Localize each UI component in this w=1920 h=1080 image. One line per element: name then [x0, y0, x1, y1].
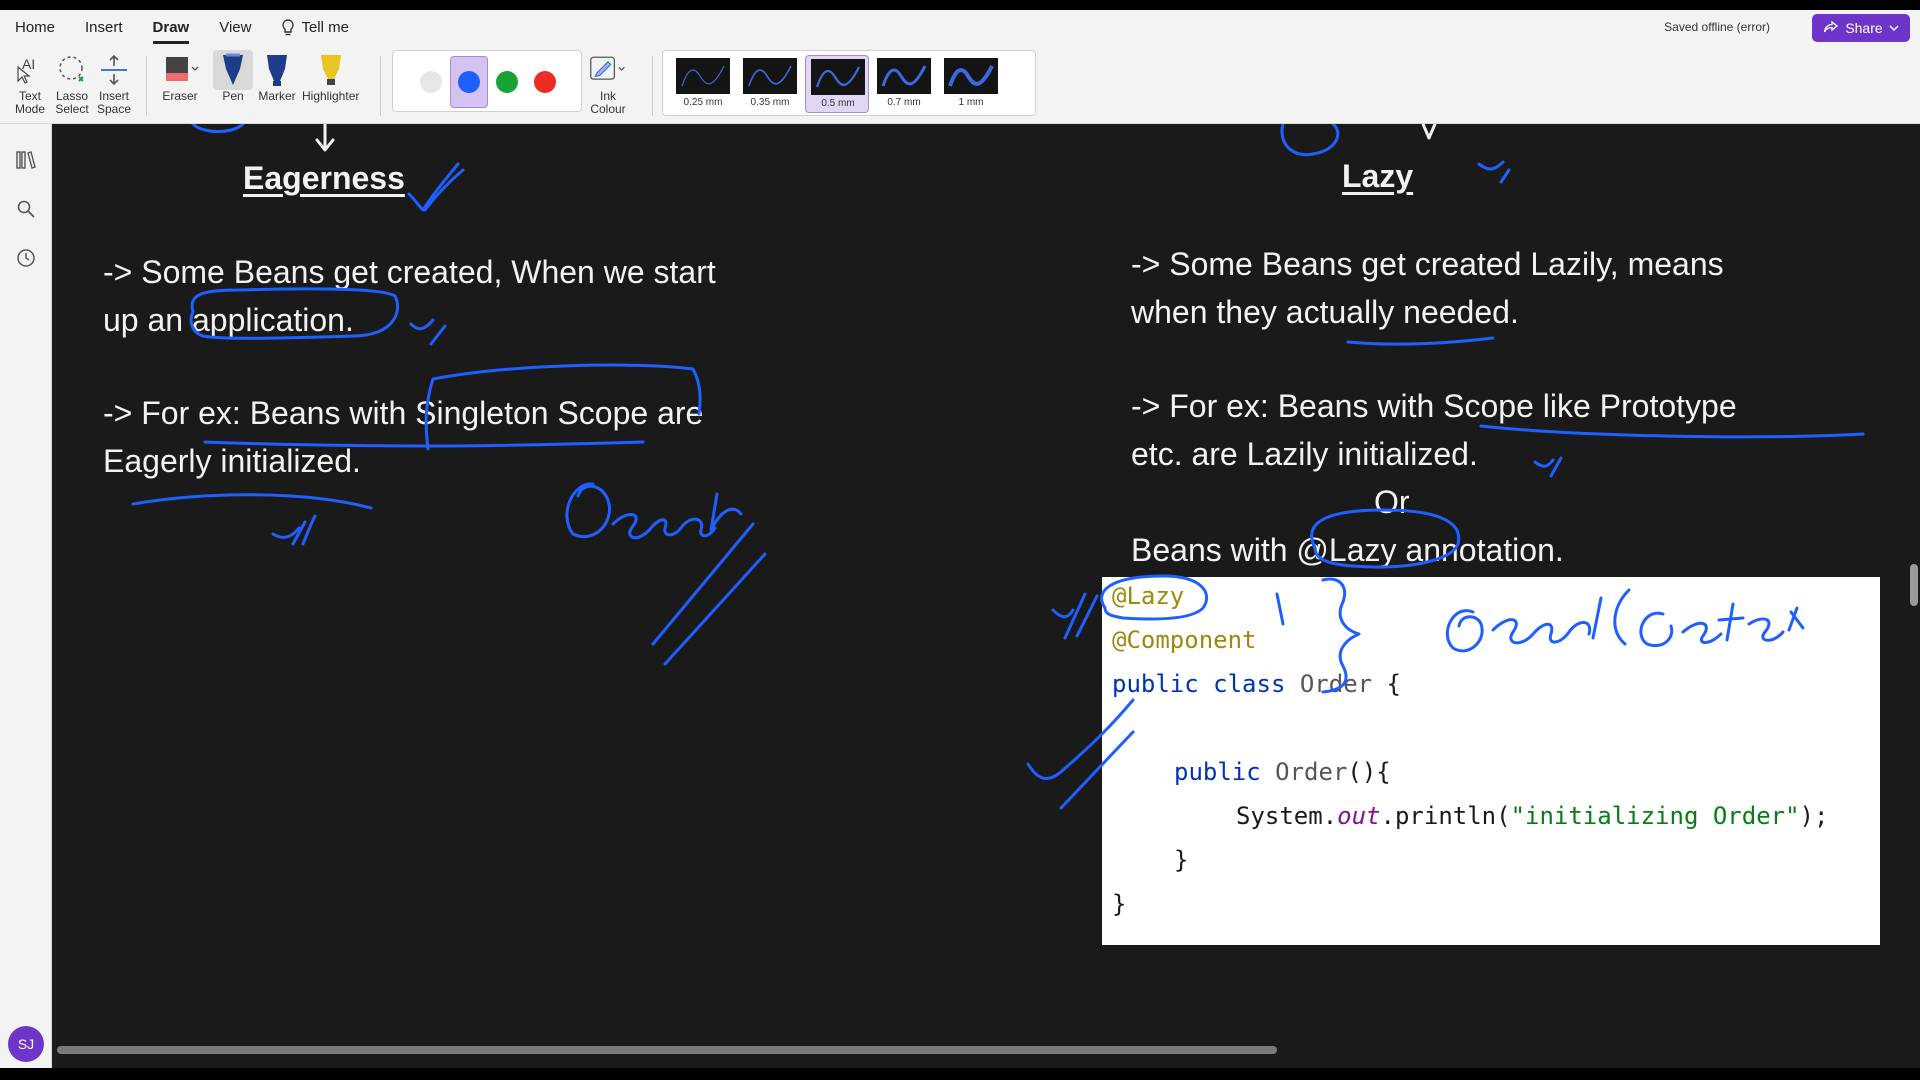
check-mark [423, 168, 465, 212]
thickness-option[interactable]: 0.7 mm [872, 55, 936, 113]
avatar[interactable]: SJ [8, 1026, 44, 1062]
check-mark [409, 318, 447, 346]
check-mark [271, 514, 317, 546]
share-button[interactable]: Share [1812, 14, 1910, 42]
chevron-down-icon [1889, 25, 1899, 32]
right-para2-line1: -> For ex: Beans with Scope like Prototy… [1131, 388, 1737, 424]
color-swatch-green[interactable] [496, 71, 518, 93]
page-canvas[interactable]: Eagerness -> Some Beans get created, Whe… [53, 124, 1920, 1068]
ribbon-tabs: Home Insert Draw View Tell me Saved offl… [0, 10, 1920, 46]
thickness-option-selected[interactable]: 0.5 mm [805, 55, 869, 113]
eraser-icon [166, 57, 199, 81]
color-swatch-white[interactable] [420, 71, 442, 93]
pen-thickness-picker: 0.25 mm 0.35 mm 0.5 mm 0.7 mm 1 mm [662, 50, 1036, 116]
toolbar-divider [146, 56, 147, 116]
slash-strokes [651, 522, 767, 666]
eraser-button[interactable]: Eraser [160, 50, 200, 103]
check-mark [1477, 160, 1511, 184]
left-para2-line1: -> For ex: Beans with Singleton Scope ar… [103, 395, 704, 431]
code-line-close-constructor: } [1174, 846, 1189, 874]
down-arrow-right [1421, 124, 1437, 140]
lightbulb-icon [282, 19, 295, 36]
thickness-option[interactable]: 0.25 mm [671, 55, 735, 113]
left-para2-line2: Eagerly initialized. [103, 443, 361, 479]
onenote-window: Home Insert Draw View Tell me Saved offl… [0, 10, 1920, 1068]
code-line-constructor: public Order(){ [1174, 758, 1391, 786]
toolbar-divider [652, 56, 653, 116]
marker-button[interactable]: Marker [257, 50, 297, 103]
underline-eagerly [131, 493, 373, 510]
code-snippet-image: @Lazy @Component public class Order { pu… [1102, 577, 1880, 945]
right-para1-line2: when they actually needed. [1131, 294, 1519, 330]
check-mark [1533, 456, 1563, 478]
tab-insert[interactable]: Insert [70, 10, 138, 46]
code-line-close-class: } [1112, 890, 1127, 918]
stroke-preview [948, 65, 994, 87]
pen-button[interactable]: Pen [213, 50, 253, 103]
stroke-preview [681, 65, 725, 87]
horizontal-scrollbar[interactable] [57, 1046, 1277, 1054]
svg-text:AI: AI [22, 56, 35, 72]
ink-stroke [191, 124, 245, 133]
text-mode-button[interactable]: AI Text Mode [10, 50, 50, 116]
right-para1-line1: -> Some Beans get created Lazily, means [1131, 246, 1724, 282]
search-icon[interactable] [14, 197, 38, 221]
sync-status: Saved offline (error) [1664, 20, 1770, 34]
right-para3: Beans with @Lazy annotation. [1131, 532, 1564, 568]
notebooks-icon[interactable] [14, 148, 38, 172]
handwriting-at-scope [565, 482, 611, 539]
right-para2-line2: etc. are Lazily initialized. [1131, 436, 1478, 472]
tab-home[interactable]: Home [0, 10, 70, 46]
handwriting-at-scope [679, 492, 743, 538]
insert-space-icon [101, 54, 127, 86]
code-line-lazy-annotation: @Lazy [1112, 582, 1185, 610]
recent-clock-icon[interactable] [14, 246, 38, 270]
color-swatch-blue[interactable] [458, 71, 480, 93]
code-line-component-annotation: @Component [1112, 626, 1257, 654]
marker-icon [267, 55, 287, 86]
color-palette [392, 50, 582, 112]
thickness-option[interactable]: 1 mm [939, 55, 1003, 113]
tab-draw[interactable]: Draw [138, 10, 205, 46]
lasso-icon [59, 56, 84, 82]
code-line-println: System.out.println("initializing Order")… [1236, 802, 1829, 830]
share-icon [1824, 21, 1839, 33]
ink-colour-button[interactable]: Ink Colour [588, 50, 628, 116]
code-line-class-declaration: public class Order { [1112, 670, 1401, 698]
highlighter-icon [320, 55, 341, 85]
vertical-scrollbar[interactable] [1910, 564, 1918, 606]
right-or-text: Or [1374, 484, 1410, 520]
toolbar-divider [380, 56, 381, 116]
color-swatch-red[interactable] [534, 71, 556, 93]
ink-colour-icon [590, 56, 625, 80]
lasso-select-button[interactable]: Lasso Select [52, 50, 92, 116]
stroke-preview [815, 66, 860, 88]
left-heading: Eagerness [243, 160, 405, 196]
stroke-preview [881, 65, 927, 87]
check-mark [1051, 592, 1099, 640]
left-para1-line2: up an application. [103, 302, 354, 338]
left-para1-line1: -> Some Beans get created, When we start [103, 254, 716, 290]
right-heading: Lazy [1342, 158, 1414, 194]
handwriting-at-scope [611, 513, 683, 540]
navigation-rail: SJ [0, 124, 52, 1068]
pen-icon [223, 53, 243, 85]
draw-toolbar: AI Text Mode Lasso Select Insert Space E… [0, 46, 1920, 124]
thickness-option[interactable]: 0.35 mm [738, 55, 802, 113]
ink-stroke [1280, 124, 1340, 157]
tab-view[interactable]: View [204, 10, 266, 46]
stroke-preview [748, 65, 792, 87]
insert-space-button[interactable]: Insert Space [94, 50, 134, 116]
highlighter-button[interactable]: Highlighter [302, 50, 359, 103]
text-cursor-icon: AI [17, 56, 35, 84]
underline-actually [1346, 336, 1495, 346]
down-arrow-left [315, 124, 335, 152]
check-mark [407, 162, 460, 212]
tell-me-search[interactable]: Tell me [266, 10, 364, 46]
